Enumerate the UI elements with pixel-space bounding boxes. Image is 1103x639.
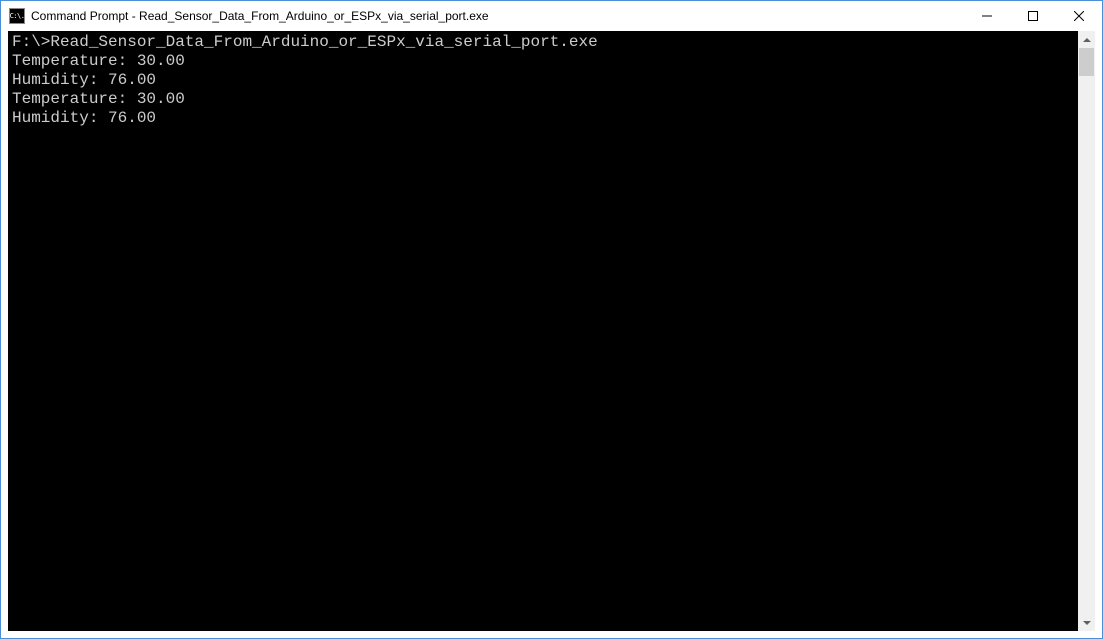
scroll-track[interactable] bbox=[1078, 48, 1095, 614]
close-button[interactable] bbox=[1056, 1, 1102, 30]
terminal-line: Temperature: 30.00 bbox=[12, 52, 1074, 71]
maximize-icon bbox=[1028, 11, 1038, 21]
terminal-output[interactable]: F:\>Read_Sensor_Data_From_Arduino_or_ESP… bbox=[8, 31, 1078, 631]
terminal-line: F:\>Read_Sensor_Data_From_Arduino_or_ESP… bbox=[12, 33, 1074, 52]
minimize-icon bbox=[982, 11, 992, 21]
scroll-thumb[interactable] bbox=[1079, 48, 1094, 76]
chevron-up-icon bbox=[1083, 38, 1091, 42]
maximize-button[interactable] bbox=[1010, 1, 1056, 30]
vertical-scrollbar[interactable] bbox=[1078, 31, 1095, 631]
scroll-up-arrow[interactable] bbox=[1078, 31, 1095, 48]
close-icon bbox=[1074, 11, 1084, 21]
cmd-icon-text: C:\. bbox=[10, 13, 25, 20]
window-controls bbox=[964, 1, 1102, 31]
minimize-button[interactable] bbox=[964, 1, 1010, 30]
terminal-line: Temperature: 30.00 bbox=[12, 90, 1074, 109]
terminal-line: Humidity: 76.00 bbox=[12, 71, 1074, 90]
window-title: Command Prompt - Read_Sensor_Data_From_A… bbox=[31, 9, 964, 23]
command-prompt-window: C:\. Command Prompt - Read_Sensor_Data_F… bbox=[0, 0, 1103, 639]
scroll-down-arrow[interactable] bbox=[1078, 614, 1095, 631]
titlebar[interactable]: C:\. Command Prompt - Read_Sensor_Data_F… bbox=[1, 1, 1102, 31]
chevron-down-icon bbox=[1083, 621, 1091, 625]
terminal-line: Humidity: 76.00 bbox=[12, 109, 1074, 128]
cmd-icon: C:\. bbox=[9, 8, 25, 24]
content-wrap: F:\>Read_Sensor_Data_From_Arduino_or_ESP… bbox=[1, 31, 1102, 638]
